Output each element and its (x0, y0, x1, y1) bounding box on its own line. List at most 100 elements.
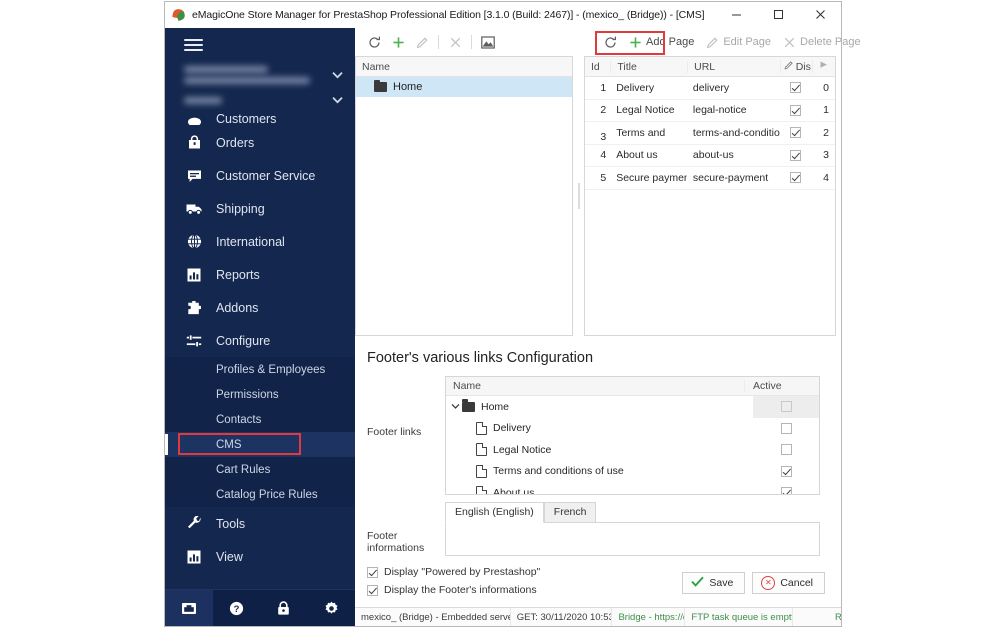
panel-splitter[interactable] (573, 56, 584, 336)
display-footer-info-option[interactable]: Display the Footer's informations (367, 584, 682, 596)
lock-icon[interactable] (260, 590, 308, 626)
sidebar-item-configure[interactable]: Configure (165, 324, 355, 357)
sidebar-item-view[interactable]: View (165, 540, 355, 573)
footer-links-tree[interactable]: Name Active Home Delivery Legal Notice T… (445, 376, 820, 495)
table-row[interactable]: 4 About us about-us 3 (585, 145, 835, 167)
tree-edit-button[interactable] (411, 33, 433, 51)
table-row[interactable]: 2 Legal Notice legal-notice 1 (585, 100, 835, 122)
title-bar: eMagicOne Store Manager for PrestaShop P… (165, 2, 841, 28)
sidebar-item-tools[interactable]: Tools (165, 507, 355, 540)
minimize-button[interactable] (715, 2, 757, 27)
display-powered-by-option[interactable]: Display "Powered by Prestashop" (367, 566, 682, 578)
sidebar-menu-toggle[interactable] (165, 28, 355, 62)
cell-displayed[interactable] (780, 149, 812, 161)
footer-link-active-cell[interactable] (753, 487, 819, 494)
section-selector[interactable] (165, 88, 355, 112)
active-checkbox[interactable] (780, 401, 792, 413)
grid-toolbar: Add Page Edit Page Delete Page (577, 31, 865, 55)
footer-informations-input[interactable] (445, 522, 820, 556)
sidebar-subitem-label: Permissions (216, 388, 279, 401)
section-selector-redacted-text (184, 96, 326, 104)
displayed-checkbox[interactable] (789, 127, 801, 139)
grid-column-url[interactable]: URL (687, 60, 780, 73)
sidebar-item-orders[interactable]: Orders (165, 126, 355, 159)
grid-body[interactable]: 1 Delivery delivery 0 2 Legal Notice leg… (585, 77, 835, 335)
tree-refresh-button[interactable] (363, 33, 385, 51)
tree-image-button[interactable] (477, 33, 499, 51)
displayed-checkbox[interactable] (789, 149, 801, 161)
sidebar-bottom-bar: ? (165, 589, 355, 626)
splitter-grip (577, 183, 580, 209)
list-item[interactable]: Home (446, 396, 819, 418)
footer-info-checkbox[interactable] (367, 584, 378, 596)
list-item[interactable]: About us (446, 482, 819, 494)
tab-english[interactable]: English (English) (445, 502, 544, 523)
gear-icon[interactable] (308, 590, 356, 626)
grid-column-position[interactable] (811, 60, 835, 73)
sidebar-item-cms[interactable]: CMS (165, 432, 355, 457)
maximize-button[interactable] (757, 2, 799, 27)
chevron-down-icon[interactable] (449, 403, 462, 410)
sidebar-item-contacts[interactable]: Contacts (165, 407, 355, 432)
sliders-icon (184, 333, 204, 349)
sidebar-item-catalog-price-rules[interactable]: Catalog Price Rules (165, 482, 355, 507)
active-checkbox[interactable] (780, 422, 792, 434)
cell-displayed[interactable] (780, 82, 812, 94)
tab-french[interactable]: French (543, 502, 597, 523)
footer-link-active-cell[interactable] (753, 396, 819, 418)
displayed-checkbox[interactable] (789, 172, 801, 184)
status-ftp-queue: FTP task queue is empty (685, 608, 793, 626)
active-checkbox[interactable] (780, 444, 792, 456)
sidebar-item-profiles-employees[interactable]: Profiles & Employees (165, 357, 355, 382)
store-selector[interactable] (165, 62, 355, 88)
grid-refresh-button[interactable] (599, 33, 621, 51)
grid-column-id[interactable]: Id (585, 61, 610, 73)
list-item[interactable]: Legal Notice (446, 439, 819, 461)
table-row[interactable]: 5 Secure payment secure-payment 4 (585, 167, 835, 190)
add-page-button[interactable]: Add Page (624, 33, 698, 51)
active-checkbox[interactable] (780, 487, 792, 494)
close-button[interactable] (799, 2, 841, 27)
sidebar-item-customer-service[interactable]: Customer Service (165, 159, 355, 192)
active-checkbox[interactable] (780, 465, 792, 477)
edit-page-button[interactable]: Edit Page (701, 33, 775, 51)
sidebar-item-customers[interactable]: Customers (165, 112, 355, 126)
footer-links-body[interactable]: Home Delivery Legal Notice Terms and con… (446, 396, 819, 494)
sidebar-item-shipping[interactable]: Shipping (165, 192, 355, 225)
cell-displayed[interactable] (780, 127, 812, 139)
sidebar-nav-scroll[interactable]: Customers Orders Customer Service Shippi… (165, 112, 355, 589)
table-row[interactable]: 1 Delivery delivery 0 (585, 77, 835, 100)
help-icon[interactable]: ? (213, 590, 261, 626)
tree-add-button[interactable] (387, 33, 409, 51)
table-row[interactable]: 3 Terms and terms-and-conditions-o 2 (585, 122, 835, 145)
footer-link-active-cell[interactable] (753, 465, 819, 477)
displayed-checkbox[interactable] (789, 104, 801, 116)
cancel-button[interactable]: ✕ Cancel (752, 572, 825, 594)
list-item[interactable]: Terms and conditions of use (446, 461, 819, 483)
sidebar-item-international[interactable]: International (165, 225, 355, 258)
sidebar-item-label: Orders (216, 135, 255, 150)
inbox-icon[interactable] (165, 590, 213, 626)
displayed-checkbox[interactable] (789, 82, 801, 94)
sidebar-item-reports[interactable]: Reports (165, 258, 355, 291)
cell-displayed[interactable] (780, 172, 812, 184)
refresh-icon (367, 35, 381, 49)
chevron-down-icon (332, 71, 343, 79)
sidebar: Customers Orders Customer Service Shippi… (165, 28, 355, 626)
powered-by-checkbox[interactable] (367, 566, 378, 578)
list-item[interactable]: Delivery (446, 418, 819, 440)
customers-icon (184, 112, 204, 126)
tree-body[interactable]: Home (356, 77, 572, 335)
grid-column-title[interactable]: Title (610, 60, 687, 73)
footer-link-active-cell[interactable] (753, 444, 819, 456)
tree-delete-button[interactable] (444, 33, 466, 51)
sidebar-item-permissions[interactable]: Permissions (165, 382, 355, 407)
sidebar-item-cart-rules[interactable]: Cart Rules (165, 457, 355, 482)
cell-displayed[interactable] (780, 104, 812, 116)
grid-column-displayed[interactable]: Dis (779, 60, 812, 73)
delete-page-button[interactable]: Delete Page (778, 33, 865, 51)
footer-link-active-cell[interactable] (753, 422, 819, 434)
tree-row[interactable]: Home (356, 77, 572, 97)
sidebar-item-addons[interactable]: Addons (165, 291, 355, 324)
save-button[interactable]: Save (682, 572, 746, 594)
